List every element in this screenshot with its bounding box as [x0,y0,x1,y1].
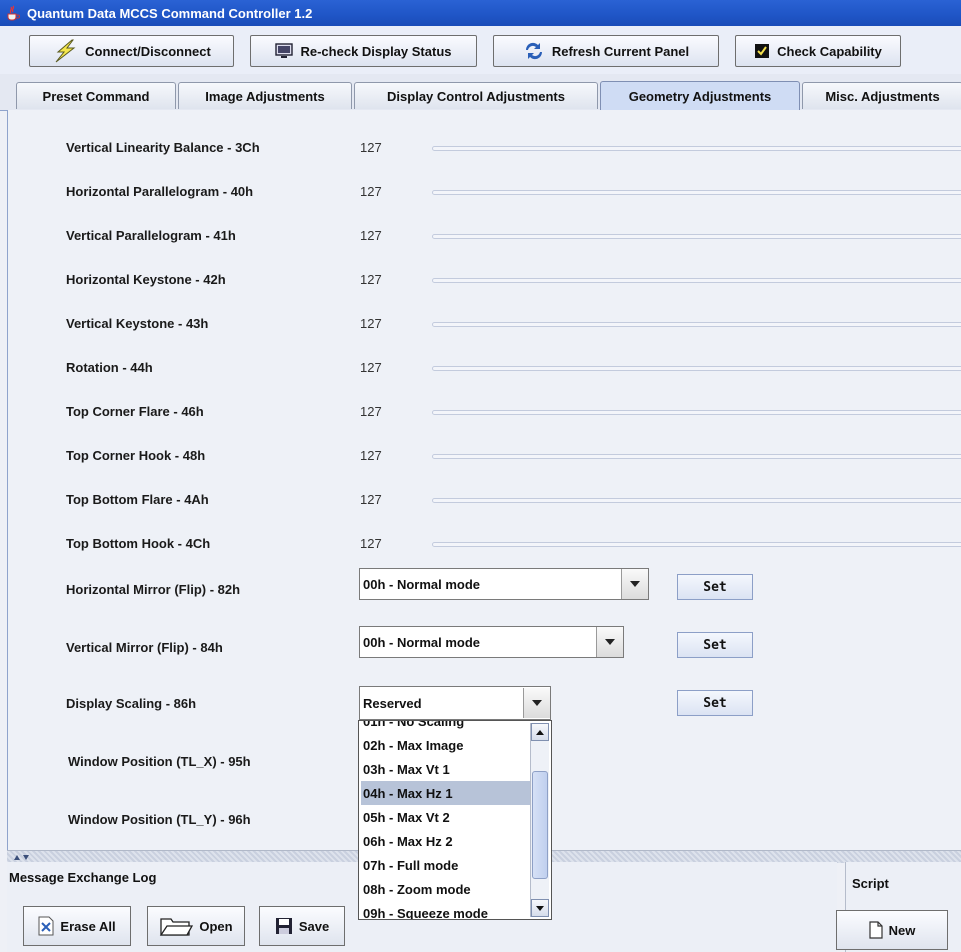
dropdown-scrollbar[interactable] [530,723,549,917]
slider-value: 127 [360,404,382,419]
refresh-current-panel-button[interactable]: Refresh Current Panel [493,35,719,67]
slider-value: 127 [360,228,382,243]
checkbox-icon [754,43,770,59]
connect-disconnect-button[interactable]: Connect/Disconnect [29,35,234,67]
refresh-icon [523,41,545,61]
combo-value: 00h - Normal mode [363,576,481,592]
erase-all-label: Erase All [60,918,116,934]
new-document-icon [869,921,883,939]
slider-label: Horizontal Keystone - 42h [66,272,226,287]
dropdown-option[interactable]: 07h - Full mode [361,853,531,877]
toolbar: Connect/Disconnect Re-check Display Stat… [0,26,961,75]
open-button[interactable]: Open [147,906,245,946]
slider-value: 127 [360,272,382,287]
tab-preset-command[interactable]: Preset Command [16,82,176,109]
lightning-icon [52,39,78,63]
top-corner-flare-slider[interactable] [432,410,961,415]
tab-bar: Preset Command Image Adjustments Display… [0,74,961,111]
combo-label: Horizontal Mirror (Flip) - 82h [66,582,241,597]
check-capability-button[interactable]: Check Capability [735,35,901,67]
open-label: Open [199,918,233,934]
top-bottom-hook-slider[interactable] [432,542,961,547]
slider-value: 127 [360,184,382,199]
slider-value: 127 [360,360,382,375]
slider-value: 127 [360,316,382,331]
top-corner-hook-slider[interactable] [432,454,961,459]
display-scaling-dropdown-list[interactable]: 01h - No Scaling 02h - Max Image 03h - M… [358,720,552,920]
slider-label: Vertical Linearity Balance - 3Ch [66,140,260,155]
combo-value: Reserved [363,695,422,711]
scrollbar-thumb[interactable] [532,771,548,879]
tab-image-adjustments[interactable]: Image Adjustments [178,82,352,109]
save-button[interactable]: Save [259,906,345,946]
window-position-label: Window Position (TL_X) - 95h [68,754,251,769]
dropdown-option-highlighted[interactable]: 04h - Max Hz 1 [361,781,531,805]
slider-label: Top Corner Flare - 46h [66,404,204,419]
dropdown-option[interactable]: 09h - Squeeze mode [361,901,531,920]
rotation-slider[interactable] [432,366,961,371]
dropdown-option[interactable]: 05h - Max Vt 2 [361,805,531,829]
slider-label: Horizontal Parallelogram - 40h [66,184,254,199]
slider-value: 127 [360,536,382,551]
horizontal-mirror-set-button[interactable]: Set [677,574,753,600]
slider-label: Vertical Keystone - 43h [66,316,209,331]
chevron-down-icon[interactable] [596,627,623,657]
new-label: New [888,922,916,938]
combo-label: Display Scaling - 86h [66,696,197,711]
dropdown-option[interactable]: 08h - Zoom mode [361,877,531,901]
slider-label: Top Corner Hook - 48h [66,448,206,463]
slider-label: Vertical Parallelogram - 41h [66,228,236,243]
vertical-mirror-set-button[interactable]: Set [677,632,753,658]
horizontal-mirror-select[interactable]: 00h - Normal mode [359,568,649,600]
horizontal-parallelogram-slider[interactable] [432,190,961,195]
refresh-current-panel-label: Refresh Current Panel [551,43,690,59]
recheck-display-status-label: Re-check Display Status [300,43,452,59]
title-bar: Quantum Data MCCS Command Controller 1.2 [0,0,961,26]
vertical-parallelogram-slider[interactable] [432,234,961,239]
check-capability-label: Check Capability [777,43,882,59]
dropdown-option[interactable]: 02h - Max Image [361,733,531,757]
slider-value: 127 [360,140,382,155]
chevron-down-icon[interactable] [523,688,550,718]
scroll-down-icon[interactable] [531,899,549,917]
slider-value: 127 [360,492,382,507]
window-title: Quantum Data MCCS Command Controller 1.2 [27,5,313,21]
slider-label: Top Bottom Hook - 4Ch [66,536,211,551]
dropdown-option[interactable]: 03h - Max Vt 1 [361,757,531,781]
tab-geometry-adjustments[interactable]: Geometry Adjustments [600,81,800,110]
window-position-label: Window Position (TL_Y) - 96h [68,812,251,827]
new-script-button[interactable]: New [836,910,948,950]
combo-label: Vertical Mirror (Flip) - 84h [66,640,223,655]
recheck-display-status-button[interactable]: Re-check Display Status [250,35,477,67]
vertical-mirror-select[interactable]: 00h - Normal mode [359,626,624,658]
dropdown-option[interactable]: 01h - No Scaling [361,721,531,733]
slider-label: Rotation - 44h [66,360,153,375]
top-bottom-flare-slider[interactable] [432,498,961,503]
java-cup-icon [7,5,20,21]
erase-all-button[interactable]: Erase All [23,906,131,946]
vertical-linearity-balance-slider[interactable] [432,146,961,151]
combo-value: 00h - Normal mode [363,634,481,650]
horizontal-keystone-slider[interactable] [432,278,961,283]
folder-open-icon [159,915,194,937]
tab-misc-adjustments[interactable]: Misc. Adjustments [802,82,961,109]
slider-value: 127 [360,448,382,463]
dropdown-option[interactable]: 06h - Max Hz 2 [361,829,531,853]
chevron-down-icon[interactable] [621,569,648,599]
display-scaling-set-button[interactable]: Set [677,690,753,716]
display-scaling-select[interactable]: Reserved [359,686,551,720]
tab-display-control-adjustments[interactable]: Display Control Adjustments [354,82,598,109]
monitor-icon [275,42,294,60]
connect-disconnect-label: Connect/Disconnect [85,43,211,59]
erase-document-icon [38,916,54,936]
log-title: Message Exchange Log [9,870,157,885]
floppy-disk-icon [275,917,293,935]
scroll-up-icon[interactable] [531,723,549,741]
slider-label: Top Bottom Flare - 4Ah [66,492,209,507]
script-title: Script [852,876,889,891]
save-label: Save [298,918,330,934]
script-panel: Script New [836,862,961,952]
vertical-keystone-slider[interactable] [432,322,961,327]
collapse-arrows-icon[interactable] [13,853,33,861]
